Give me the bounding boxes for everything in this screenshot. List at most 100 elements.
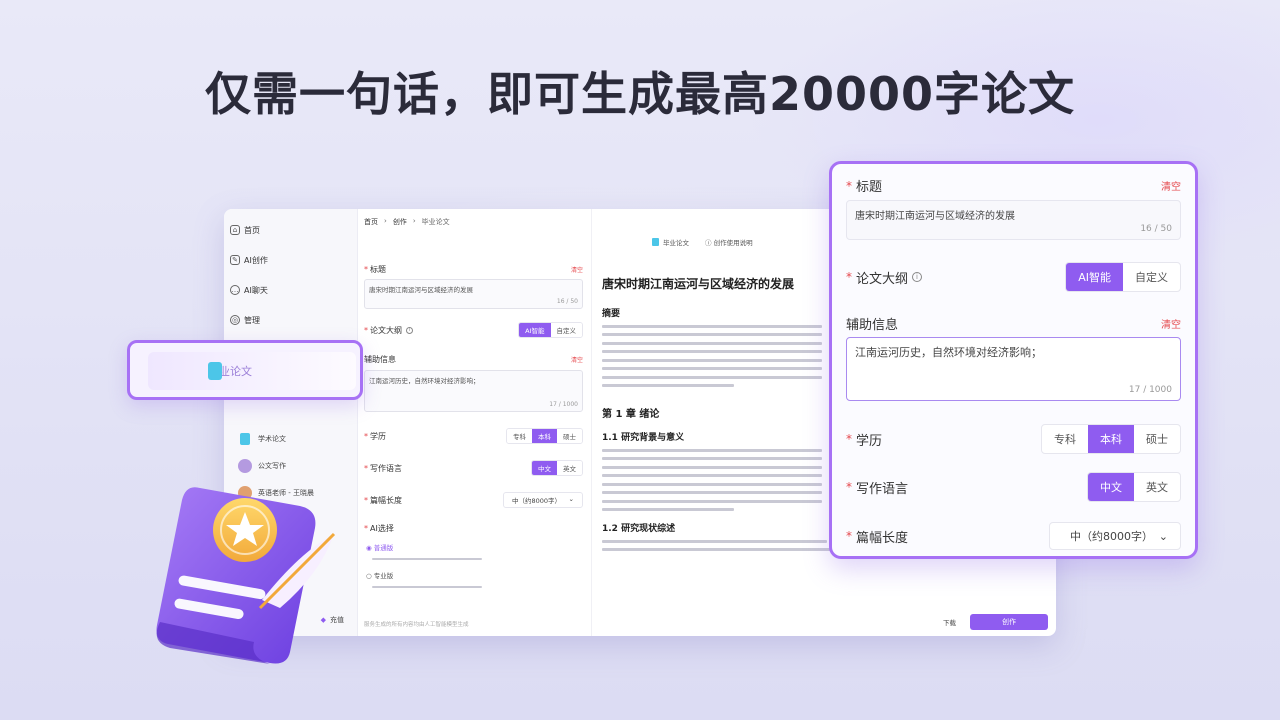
language-field: *写作语言 中文 英文 [364, 460, 583, 476]
sidebar-item-ai-create[interactable]: ✎ AI创作 [224, 245, 357, 275]
pen-icon: ✎ [230, 255, 240, 265]
breadcrumb-home[interactable]: 首页 [364, 217, 378, 227]
outline-label: *论文大纲i [364, 325, 413, 336]
recent-item-official[interactable]: 公文写作 [224, 452, 357, 479]
aux-char-count: 17 / 1000 [549, 401, 578, 408]
length-select[interactable]: 中（约8000字）⌄ [503, 492, 583, 508]
panel-length-label: *篇幅长度 [846, 527, 908, 546]
disclaimer: 服务生成的所有内容均由人工智能模型生成 [364, 620, 469, 628]
panel-aux-header: 辅助信息 清空 [846, 314, 1181, 333]
aux-clear-button[interactable]: 清空 [571, 355, 583, 364]
degree-field: *学历 专科 本科 硕士 [364, 428, 583, 444]
panel-outline-option-custom[interactable]: 自定义 [1123, 263, 1180, 291]
panel-title-header: *标题 清空 [846, 176, 1181, 195]
panel-title-char-count: 16 / 50 [1140, 224, 1172, 234]
degree-option-master[interactable]: 硕士 [557, 429, 582, 443]
panel-degree-label: *学历 [846, 430, 882, 449]
panel-degree-toggle: 专科 本科 硕士 [1041, 424, 1181, 454]
tab-thesis[interactable]: 毕业论文 [652, 237, 689, 247]
panel-aux-char-count: 17 / 1000 [1129, 385, 1172, 395]
title-field-header: *标题 清空 [364, 264, 583, 275]
panel-language-field: *写作语言 中文 英文 [846, 472, 1181, 502]
section-text [602, 449, 822, 512]
ai-option-standard[interactable]: ◉ 普通版 [366, 542, 482, 565]
chevron-down-icon: ⌄ [1159, 530, 1168, 543]
outline-option-custom[interactable]: 自定义 [551, 323, 583, 337]
title-char-count: 16 / 50 [557, 298, 578, 305]
ai-option-pro[interactable]: ○ 专业版 [366, 570, 482, 593]
recent-item-label: 公文写作 [258, 461, 286, 471]
avatar [238, 459, 252, 473]
panel-degree-option-master[interactable]: 硕士 [1134, 425, 1180, 453]
panel-outline-field: *论文大纲i AI智能 自定义 [846, 262, 1181, 292]
abstract-text [602, 325, 822, 388]
language-option-english[interactable]: 英文 [557, 461, 582, 475]
sidebar-item-label: 管理 [244, 315, 260, 326]
outline-field: *论文大纲i AI智能 自定义 [364, 322, 583, 338]
doc-tabs: 毕业论文 ⓘ 创作使用说明 [652, 237, 753, 247]
title-input[interactable]: 唐宋时期江南运河与区域经济的发展 16 / 50 [364, 279, 583, 309]
panel-title-input[interactable]: 唐宋时期江南运河与区域经济的发展 16 / 50 [846, 200, 1181, 240]
sidebar-item-label: AI创作 [244, 255, 268, 266]
download-button[interactable]: 下载 [943, 617, 956, 627]
recent-item-label: 学术论文 [258, 434, 286, 444]
language-toggle: 中文 英文 [531, 460, 583, 476]
title-clear-button[interactable]: 清空 [571, 265, 583, 274]
panel-language-option-chinese[interactable]: 中文 [1088, 473, 1134, 501]
bottom-bar: 下载 创作 [943, 614, 1048, 630]
panel-degree-field: *学历 专科 本科 硕士 [846, 424, 1181, 454]
panel-length-field: *篇幅长度 中（约8000字）⌄ [846, 522, 1181, 550]
recent-item-academic[interactable]: 学术论文 [224, 425, 357, 452]
create-button[interactable]: 创作 [970, 614, 1048, 630]
sidebar-item-home[interactable]: ⌂ 首页 [224, 215, 357, 245]
degree-label: *学历 [364, 431, 386, 442]
sidebar-item-label: 首页 [244, 225, 260, 236]
breadcrumb-create[interactable]: 创作 [393, 217, 407, 227]
zoomed-form-panel: *标题 清空 唐宋时期江南运河与区域经济的发展 16 / 50 *论文大纲i A… [829, 161, 1198, 559]
page-headline: 仅需一句话，即可生成最高20000字论文 [0, 58, 1280, 124]
panel-degree-option-junior[interactable]: 专科 [1042, 425, 1088, 453]
callout-thesis-item[interactable]: 毕业论文 [148, 352, 356, 390]
panel-outline-option-ai[interactable]: AI智能 [1066, 263, 1123, 291]
outline-option-ai[interactable]: AI智能 [519, 323, 550, 337]
panel-outline-label: *论文大纲i [846, 268, 922, 287]
aux-label: 辅助信息 [364, 354, 396, 365]
ai-field: *AI选择 [364, 523, 583, 534]
panel-title-label: *标题 [846, 176, 882, 195]
info-icon: i [912, 272, 922, 282]
degree-option-junior[interactable]: 专科 [507, 429, 532, 443]
panel-aux-input[interactable]: 江南运河历史，自然环境对经济影响； 17 / 1000 [846, 337, 1181, 401]
breadcrumb-current: 毕业论文 [422, 217, 450, 227]
form-column: 首页› 创作› 毕业论文 *标题 清空 唐宋时期江南运河与区域经济的发展 16 … [358, 209, 592, 636]
length-field: *篇幅长度 中（约8000字）⌄ [364, 492, 583, 508]
language-label: *写作语言 [364, 463, 402, 474]
language-option-chinese[interactable]: 中文 [532, 461, 557, 475]
degree-option-bachelor[interactable]: 本科 [532, 429, 557, 443]
sidebar-item-label: AI聊天 [244, 285, 268, 296]
panel-aux-clear-button[interactable]: 清空 [1161, 316, 1181, 331]
aux-field-header: 辅助信息 清空 [364, 354, 583, 365]
panel-language-option-english[interactable]: 英文 [1134, 473, 1180, 501]
tab-usage-guide[interactable]: ⓘ 创作使用说明 [705, 237, 753, 247]
breadcrumb: 首页› 创作› 毕业论文 [364, 217, 585, 227]
sidebar-item-manage[interactable]: ◎ 管理 [224, 305, 357, 335]
panel-language-toggle: 中文 英文 [1087, 472, 1181, 502]
home-icon: ⌂ [230, 225, 240, 235]
panel-language-label: *写作语言 [846, 478, 908, 497]
panel-length-select[interactable]: 中（约8000字）⌄ [1049, 522, 1181, 550]
doc-icon [208, 362, 222, 380]
length-label: *篇幅长度 [364, 495, 402, 506]
outline-toggle: AI智能 自定义 [518, 322, 583, 338]
panel-degree-option-bachelor[interactable]: 本科 [1088, 425, 1134, 453]
document-illustration [150, 482, 340, 668]
chat-icon: … [230, 285, 240, 295]
sidebar-item-ai-chat[interactable]: … AI聊天 [224, 275, 357, 305]
panel-title-clear-button[interactable]: 清空 [1161, 178, 1181, 193]
panel-aux-label: 辅助信息 [846, 314, 898, 333]
aux-input[interactable]: 江南运河历史，自然环境对经济影响； 17 / 1000 [364, 370, 583, 412]
manage-icon: ◎ [230, 315, 240, 325]
info-icon: i [406, 327, 413, 334]
callout-thesis: 毕业论文 [127, 340, 363, 400]
chevron-down-icon: ⌄ [569, 495, 574, 505]
doc-icon [240, 433, 250, 445]
